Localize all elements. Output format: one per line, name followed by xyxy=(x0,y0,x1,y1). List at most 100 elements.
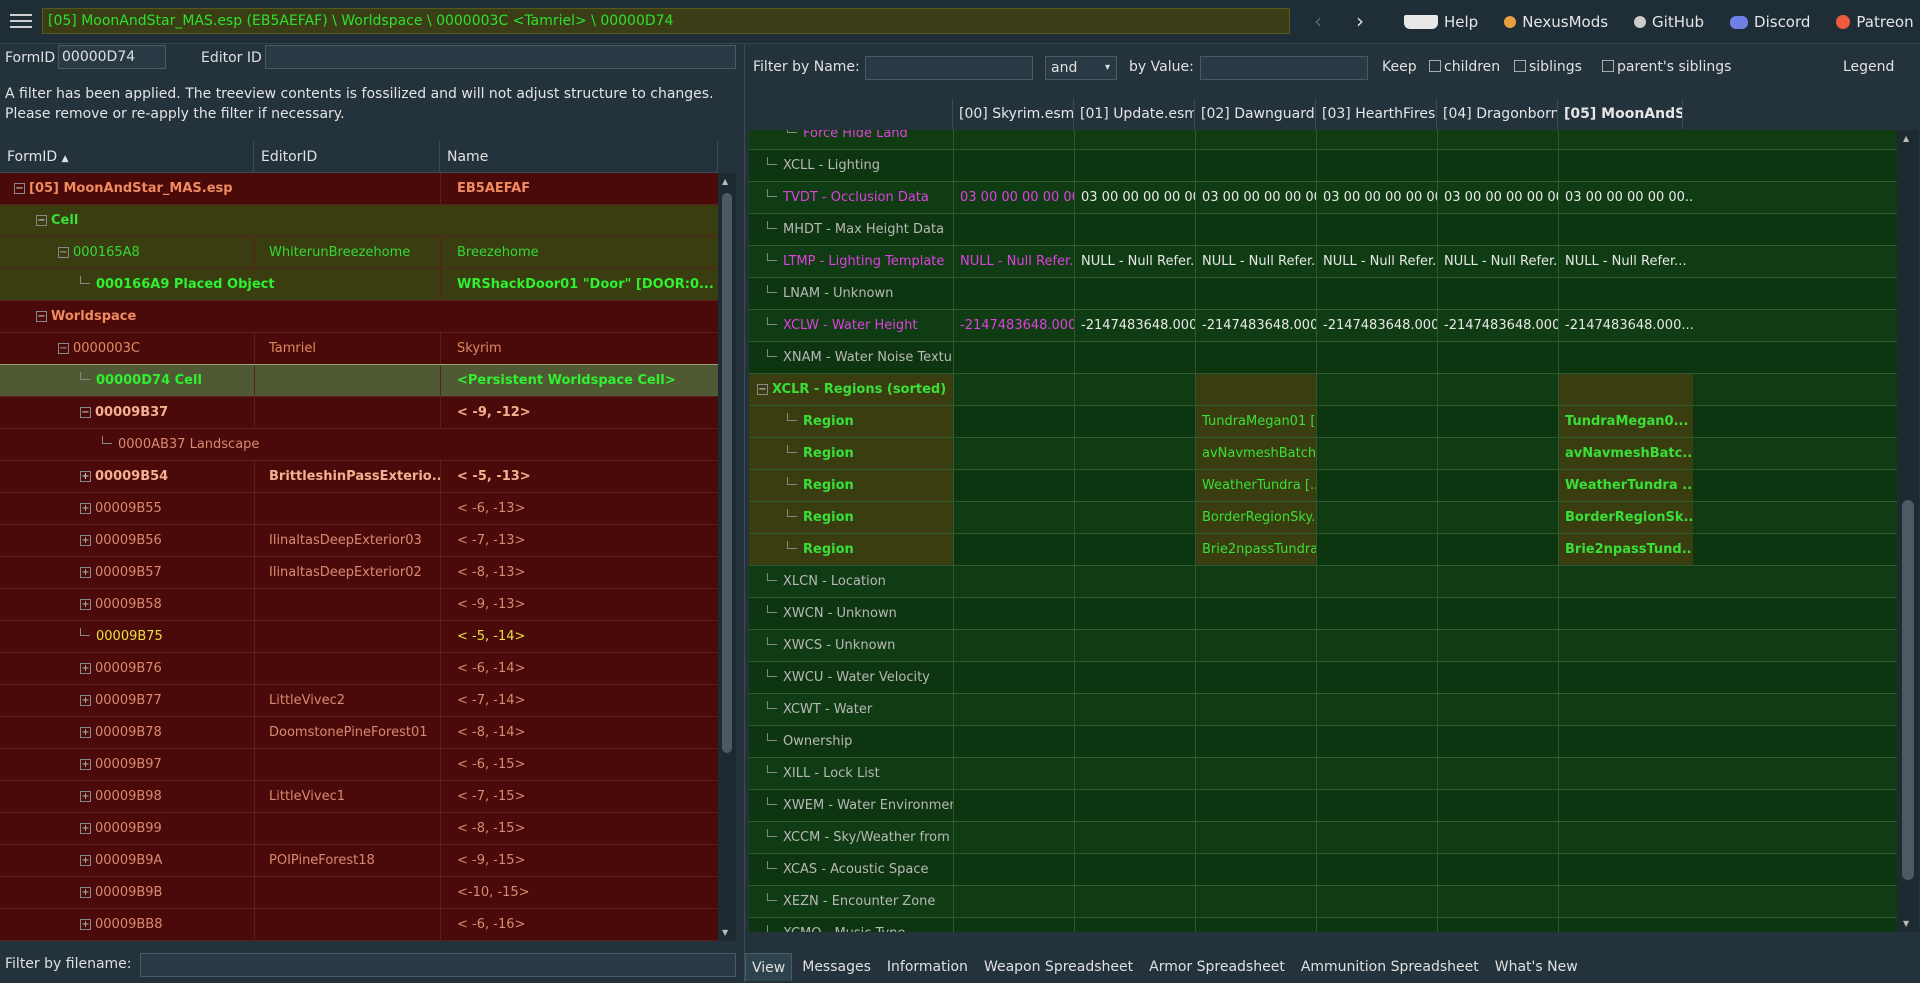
grid-row[interactable]: Region TundraMegan01 [... TundraMegan0... xyxy=(749,406,1897,438)
expand-icon[interactable]: + xyxy=(80,823,91,834)
grid-cell[interactable]: BorderRegionSk... xyxy=(1558,502,1693,533)
grid-cell[interactable] xyxy=(1316,822,1437,853)
nexusmods-link[interactable]: NexusMods xyxy=(1504,13,1608,31)
grid-row[interactable]: XWCN - Unknown xyxy=(749,598,1897,630)
grid-cell[interactable] xyxy=(953,470,1074,501)
tab-messages[interactable]: Messages xyxy=(796,953,877,981)
grid-cell[interactable] xyxy=(1074,662,1195,693)
tab-information[interactable]: Information xyxy=(881,953,974,981)
grid-cell[interactable] xyxy=(1437,662,1558,693)
grid-cell[interactable] xyxy=(1316,374,1437,405)
grid-cell[interactable] xyxy=(953,854,1074,885)
grid-cell[interactable] xyxy=(1316,406,1437,437)
grid-cell[interactable]: -2147483648.000... xyxy=(1558,310,1693,341)
grid-cell[interactable] xyxy=(953,534,1074,565)
tree-row[interactable]: 0000AB37 Landscape xyxy=(0,429,718,461)
grid-cell[interactable] xyxy=(1558,886,1693,917)
grid-cell[interactable] xyxy=(953,130,1074,149)
grid-cell[interactable]: -2147483648.000... xyxy=(1074,310,1195,341)
grid-cell[interactable]: -2147483648.000... xyxy=(1195,310,1316,341)
grid-cell[interactable] xyxy=(1316,214,1437,245)
chevron-right-icon[interactable]: › xyxy=(1348,10,1372,34)
grid-cell[interactable] xyxy=(1437,470,1558,501)
grid-cell[interactable]: 03 00 00 00 00 00... xyxy=(953,182,1074,213)
grid-cell[interactable] xyxy=(1316,342,1437,373)
grid-cell[interactable] xyxy=(1195,342,1316,373)
record-tree[interactable]: − [05] MoonAndStar_MAS.esp EB5AEFAF − Cell −0… xyxy=(0,173,718,941)
grid-cell[interactable] xyxy=(1316,854,1437,885)
keep-siblings-checkbox[interactable]: siblings xyxy=(1514,59,1582,75)
grid-cell[interactable]: -2147483648.000... xyxy=(1437,310,1558,341)
grid-cell[interactable] xyxy=(1074,150,1195,181)
expand-icon[interactable]: + xyxy=(80,599,91,610)
grid-cell[interactable] xyxy=(953,598,1074,629)
grid-cell[interactable] xyxy=(1074,886,1195,917)
grid-cell[interactable] xyxy=(1316,534,1437,565)
grid-cell[interactable] xyxy=(953,662,1074,693)
grid-cell[interactable] xyxy=(1558,790,1693,821)
grid-cell[interactable] xyxy=(1558,598,1693,629)
grid-cell[interactable] xyxy=(1195,662,1316,693)
grid-cell[interactable] xyxy=(1074,726,1195,757)
tree-row[interactable]: −0000003C Tamriel Skyrim xyxy=(0,333,718,365)
grid-row[interactable]: XWEM - Water Environment ... xyxy=(749,790,1897,822)
grid-cell[interactable] xyxy=(1195,886,1316,917)
expand-icon[interactable]: + xyxy=(80,759,91,770)
grid-cell[interactable] xyxy=(953,406,1074,437)
grid-cell[interactable] xyxy=(1437,534,1558,565)
grid-row[interactable]: XLCN - Location xyxy=(749,566,1897,598)
grid-cell[interactable] xyxy=(1316,598,1437,629)
grid-row[interactable]: XCLL - Lighting xyxy=(749,150,1897,182)
collapse-icon[interactable]: − xyxy=(36,311,47,322)
grid-header-label-column[interactable] xyxy=(749,99,953,129)
grid-cell[interactable] xyxy=(1316,790,1437,821)
grid-cell[interactable] xyxy=(1074,130,1195,149)
grid-cell[interactable] xyxy=(1074,502,1195,533)
grid-row[interactable]: XILL - Lock List xyxy=(749,758,1897,790)
grid-cell[interactable] xyxy=(953,630,1074,661)
grid-cell[interactable] xyxy=(1195,566,1316,597)
github-link[interactable]: GitHub xyxy=(1634,13,1704,31)
keep-children-checkbox[interactable]: children xyxy=(1429,59,1500,75)
grid-cell[interactable] xyxy=(1074,566,1195,597)
grid-cell[interactable] xyxy=(1558,150,1693,181)
grid-cell[interactable] xyxy=(1437,150,1558,181)
grid-cell[interactable] xyxy=(1558,694,1693,725)
operator-select[interactable]: and ▾ xyxy=(1045,56,1117,80)
grid-cell[interactable] xyxy=(1316,502,1437,533)
grid-cell[interactable] xyxy=(1074,470,1195,501)
tree-row[interactable]: − Cell xyxy=(0,205,718,237)
grid-cell[interactable] xyxy=(953,566,1074,597)
grid-row[interactable]: Region avNavmeshBatch... avNavmeshBatc... xyxy=(749,438,1897,470)
grid-cell[interactable]: 03 00 00 00 00 00... xyxy=(1437,182,1558,213)
grid-cell[interactable] xyxy=(1437,918,1558,932)
grid-cell[interactable] xyxy=(1195,694,1316,725)
grid-cell[interactable] xyxy=(1558,342,1693,373)
grid-cell[interactable] xyxy=(1558,630,1693,661)
grid-cell[interactable] xyxy=(1074,854,1195,885)
hamburger-menu-icon[interactable] xyxy=(8,10,34,32)
editorid-field[interactable] xyxy=(265,45,736,69)
grid-cell[interactable] xyxy=(1437,790,1558,821)
grid-cell[interactable] xyxy=(1558,278,1693,309)
tree-row[interactable]: +00009B9B <-10, -15> xyxy=(0,877,718,909)
grid-cell[interactable] xyxy=(1437,630,1558,661)
tree-row[interactable]: +00009B57 IlinaltasDeepExterior02 < -8, -1… xyxy=(0,557,718,589)
grid-cell[interactable] xyxy=(1074,374,1195,405)
grid-cell[interactable] xyxy=(1195,822,1316,853)
tab-view[interactable]: View xyxy=(745,953,793,981)
grid-cell[interactable] xyxy=(1195,278,1316,309)
grid-cell[interactable] xyxy=(1195,854,1316,885)
grid-cell[interactable] xyxy=(1437,726,1558,757)
grid-cell[interactable] xyxy=(1316,150,1437,181)
grid-cell[interactable] xyxy=(953,726,1074,757)
grid-cell[interactable] xyxy=(1558,566,1693,597)
legend-button[interactable]: Legend xyxy=(1843,59,1894,75)
grid-row[interactable]: TVDT - Occlusion Data 03 00 00 00 00 00..… xyxy=(749,182,1897,214)
grid-row[interactable]: XCLW - Water Height-2147483648.000...-21… xyxy=(749,310,1897,342)
grid-cell[interactable] xyxy=(1195,630,1316,661)
grid-cell[interactable] xyxy=(953,502,1074,533)
grid-cell[interactable] xyxy=(1558,822,1693,853)
grid-cell[interactable]: -2147483648.000... xyxy=(953,310,1074,341)
grid-row[interactable]: Region Brie2npassTundra... Brie2npassTund.… xyxy=(749,534,1897,566)
